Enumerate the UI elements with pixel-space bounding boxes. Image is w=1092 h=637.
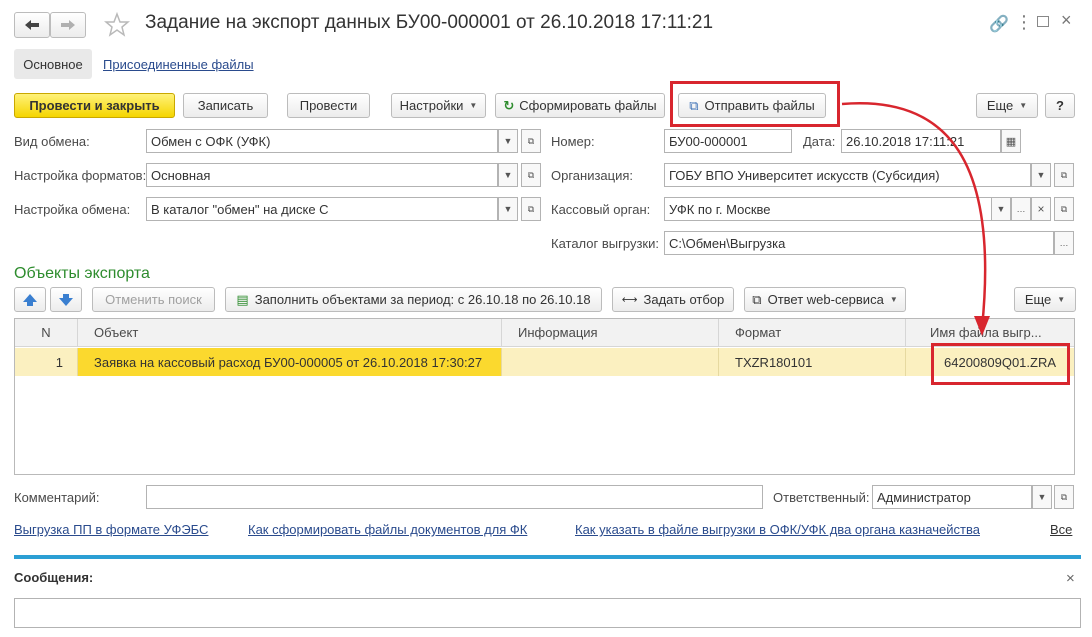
exchange-type-open[interactable]: ⧉ <box>521 129 541 153</box>
help-button[interactable]: ? <box>1045 93 1075 118</box>
table-icon: ▤ <box>236 291 249 307</box>
table-row-n[interactable]: 1 <box>15 348 78 376</box>
objects-more-button[interactable]: Еще ▼ <box>1014 287 1076 312</box>
tab-main[interactable]: Основное <box>14 49 92 79</box>
link-icon[interactable]: 🔗 <box>989 14 1009 34</box>
arrow-down-icon <box>59 293 73 306</box>
refresh-icon: ↻ <box>503 97 515 113</box>
table-row-object[interactable]: Заявка на кассовый расход БУ00-000005 от… <box>78 348 502 376</box>
form-files-button[interactable]: ↻ Сформировать файлы <box>495 93 665 118</box>
exchange-setup-field[interactable]: В каталог "обмен" на диске С <box>146 197 498 221</box>
treasury-label: Кассовый орган: <box>551 202 651 217</box>
comment-label: Комментарий: <box>14 490 100 505</box>
exchange-setup-open[interactable]: ⧉ <box>521 197 541 221</box>
fill-period-button[interactable]: ▤ Заполнить объектами за период: с 26.10.… <box>225 287 602 312</box>
treasury-open[interactable]: ⧉ <box>1054 197 1074 221</box>
treasury-select[interactable]: … <box>1011 197 1031 221</box>
exchange-type-label: Вид обмена: <box>14 134 90 149</box>
save-button[interactable]: Записать <box>183 93 268 118</box>
column-header-object[interactable]: Объект <box>78 319 502 347</box>
set-filter-label: Задать отбор <box>643 292 725 307</box>
format-field[interactable]: Основная <box>146 163 498 187</box>
chevron-down-icon: ▼ <box>1019 101 1028 110</box>
format-label: Настройка форматов: <box>14 168 147 183</box>
settings-button[interactable]: Настройки ▼ <box>391 93 486 118</box>
send-files-highlight <box>670 81 840 127</box>
arrow-right-icon <box>61 20 75 30</box>
filter-icon: ⟷ <box>621 294 638 306</box>
annotation-arrow <box>841 102 990 336</box>
messages-divider <box>14 555 1081 559</box>
link-two-treasuries[interactable]: Как указать в файле выгрузки в ОФК/УФК д… <box>575 522 980 537</box>
folder-label: Каталог выгрузки: <box>551 236 659 251</box>
exchange-type-dropdown[interactable]: ▼ <box>498 129 518 153</box>
form-files-label: Сформировать файлы <box>519 98 657 113</box>
comment-field[interactable] <box>146 485 763 509</box>
ws-reply-icon: ⧉ <box>752 291 762 307</box>
responsible-dropdown[interactable]: ▼ <box>1032 485 1052 509</box>
responsible-label: Ответственный: <box>773 490 870 505</box>
fill-period-label: Заполнить объектами за период: с 26.10.1… <box>254 292 591 307</box>
link-how-form-files[interactable]: Как сформировать файлы документов для ФК <box>248 522 527 537</box>
back-button[interactable] <box>14 12 50 38</box>
maximize-icon[interactable] <box>1037 16 1049 27</box>
post-button[interactable]: Провести <box>287 93 370 118</box>
arrow-left-icon <box>25 20 39 30</box>
org-label: Организация: <box>551 168 634 183</box>
objects-more-label: Еще <box>1024 292 1052 307</box>
menu-dots-icon[interactable]: ⋮ <box>1015 12 1033 33</box>
format-dropdown[interactable]: ▼ <box>498 163 518 187</box>
table-row-info[interactable] <box>502 348 719 376</box>
messages-title: Сообщения: <box>14 570 94 585</box>
number-field[interactable]: БУ00-000001 <box>664 129 792 153</box>
exchange-setup-label: Настройка обмена: <box>14 202 131 217</box>
close-icon[interactable]: × <box>1061 10 1072 31</box>
format-open[interactable]: ⧉ <box>521 163 541 187</box>
column-header-info[interactable]: Информация <box>502 319 719 347</box>
treasury-clear[interactable]: × <box>1031 197 1051 221</box>
org-open[interactable]: ⧉ <box>1054 163 1074 187</box>
table-row-format[interactable]: TXZR180101 <box>719 348 906 376</box>
folder-select[interactable]: … <box>1054 231 1074 255</box>
page-title: Задание на экспорт данных БУ00-000001 от… <box>145 12 714 33</box>
tab-attached-files[interactable]: Присоединенные файлы <box>103 57 254 72</box>
cancel-search-button[interactable]: Отменить поиск <box>92 287 215 312</box>
arrow-up-icon <box>23 293 37 306</box>
messages-close-icon[interactable]: × <box>1066 570 1075 587</box>
column-header-n[interactable]: N <box>15 319 78 347</box>
chevron-down-icon: ▼ <box>1057 295 1066 304</box>
move-up-button[interactable] <box>14 287 46 312</box>
exchange-type-field[interactable]: Обмен с ОФК (УФК) <box>146 129 498 153</box>
calendar-icon[interactable]: ▦ <box>1001 129 1021 153</box>
move-down-button[interactable] <box>50 287 82 312</box>
exchange-setup-dropdown[interactable]: ▼ <box>498 197 518 221</box>
messages-area[interactable] <box>14 598 1081 628</box>
link-uf-ebs[interactable]: Выгрузка ПП в формате УФЭБС <box>14 522 208 537</box>
settings-label: Настройки <box>399 98 464 113</box>
org-dropdown[interactable]: ▼ <box>1031 163 1051 187</box>
link-all[interactable]: Все <box>1050 522 1072 537</box>
forward-button[interactable] <box>50 12 86 38</box>
responsible-open[interactable]: ⧉ <box>1054 485 1074 509</box>
star-icon[interactable] <box>103 11 131 38</box>
chevron-down-icon: ▼ <box>469 101 478 110</box>
responsible-field[interactable]: Администратор <box>872 485 1032 509</box>
post-close-button[interactable]: Провести и закрыть <box>14 93 175 118</box>
number-label: Номер: <box>551 134 595 149</box>
objects-title: Объекты экспорта <box>14 265 150 282</box>
set-filter-button[interactable]: ⟷ Задать отбор <box>612 287 734 312</box>
